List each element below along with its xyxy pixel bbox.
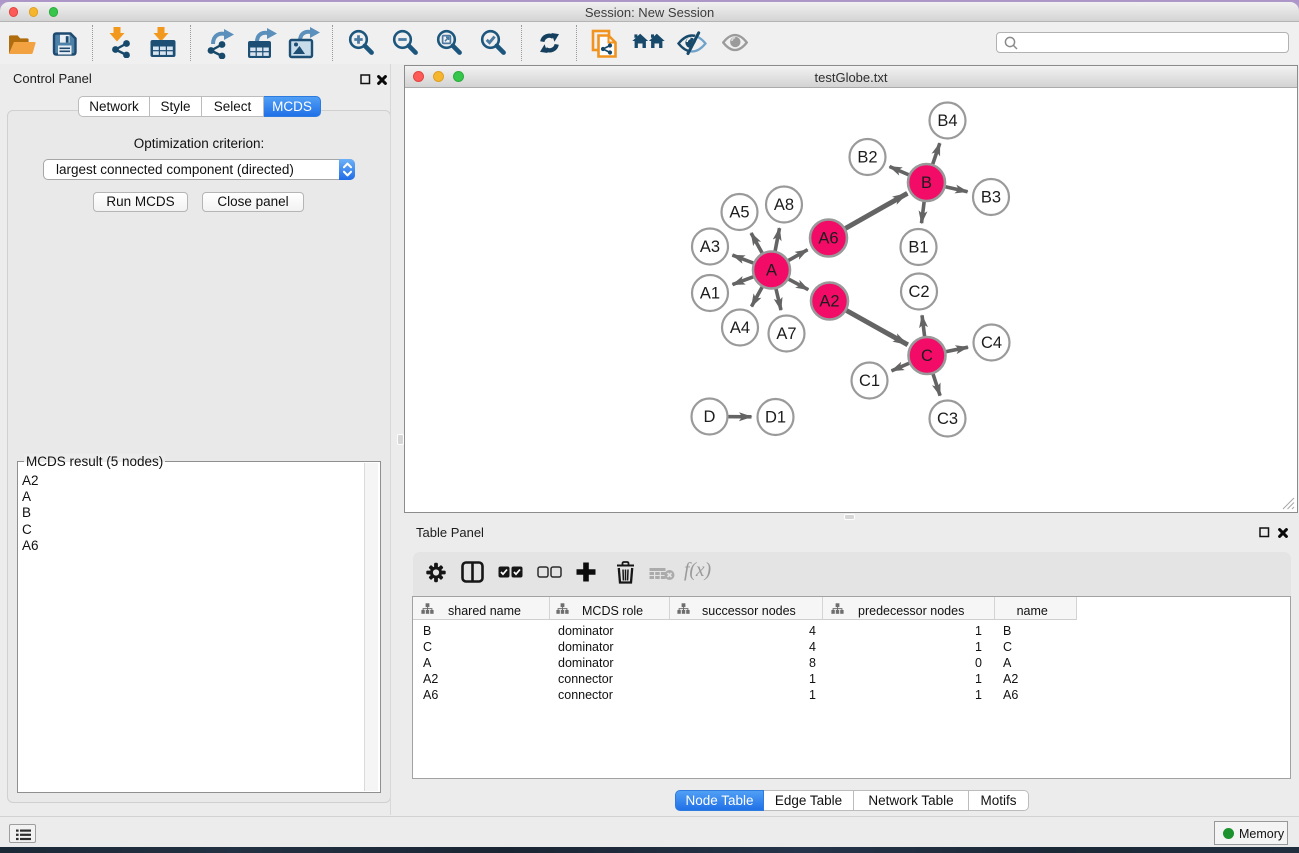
svg-text:D: D [704,408,716,426]
svg-text:B3: B3 [981,189,1001,207]
svg-text:C3: C3 [937,410,958,428]
svg-text:A1: A1 [700,285,720,303]
svg-text:C2: C2 [908,283,929,301]
svg-text:B: B [921,174,932,192]
svg-text:A6: A6 [818,230,838,248]
svg-text:C4: C4 [981,334,1002,352]
svg-text:B1: B1 [908,239,928,257]
svg-text:A2: A2 [819,293,839,311]
svg-text:A: A [766,262,777,280]
svg-text:C: C [921,347,933,365]
svg-text:A3: A3 [700,238,720,256]
svg-text:A7: A7 [776,325,796,343]
svg-text:A5: A5 [729,204,749,222]
svg-text:A8: A8 [774,196,794,214]
svg-text:C1: C1 [859,372,880,390]
svg-text:A4: A4 [730,319,750,337]
svg-text:B4: B4 [937,112,957,130]
svg-text:D1: D1 [765,409,786,427]
svg-text:B2: B2 [857,149,877,167]
